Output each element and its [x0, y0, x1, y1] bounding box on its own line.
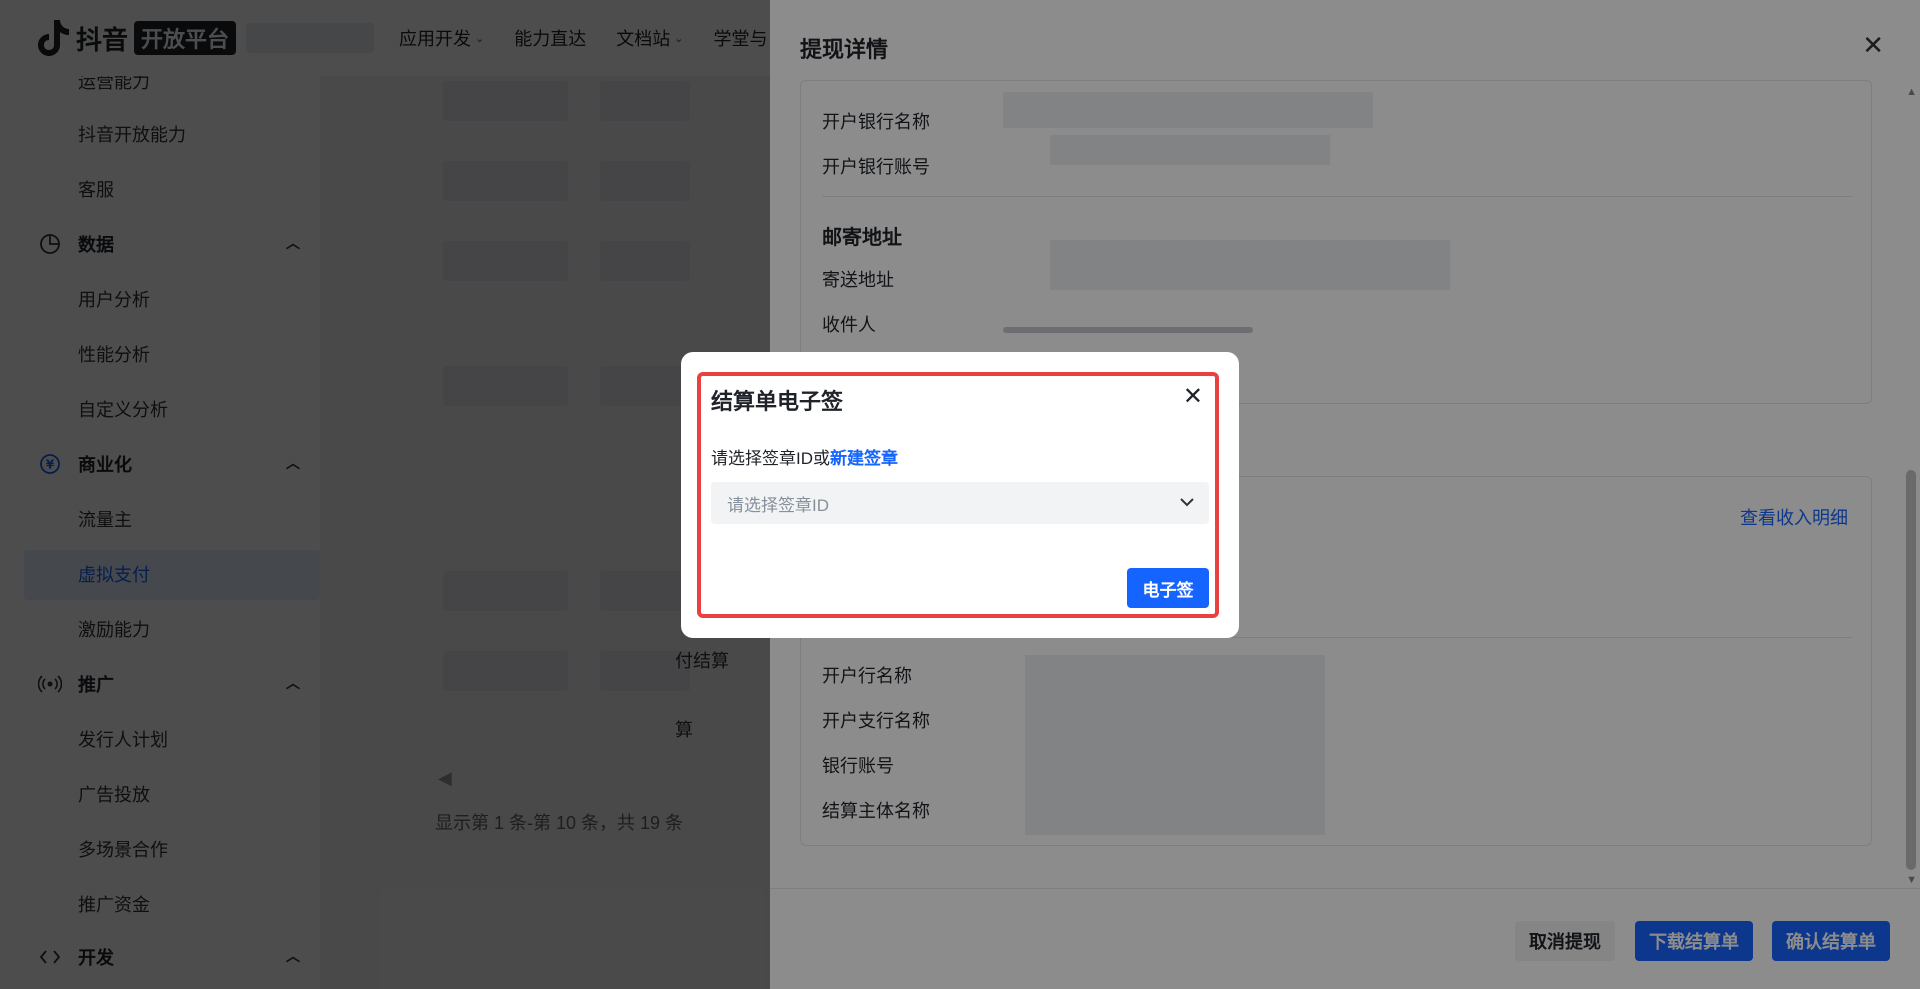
modal-title: 结算单电子签 [711, 389, 844, 414]
new-seal-link[interactable]: 新建签章 [830, 449, 898, 468]
close-icon[interactable]: ✕ [1183, 382, 1203, 411]
modal-prompt-text: 请选择签章ID或 [711, 449, 830, 468]
e-sign-modal: 结算单电子签 ✕ 请选择签章ID或新建签章 请选择签章ID 电子签 [681, 352, 1239, 638]
seal-id-placeholder: 请选择签章ID [727, 495, 829, 515]
e-sign-button[interactable]: 电子签 [1127, 568, 1209, 608]
chevron-down-icon [1180, 498, 1194, 507]
modal-prompt: 请选择签章ID或新建签章 [711, 444, 898, 469]
seal-id-select[interactable]: 请选择签章ID [711, 482, 1209, 524]
